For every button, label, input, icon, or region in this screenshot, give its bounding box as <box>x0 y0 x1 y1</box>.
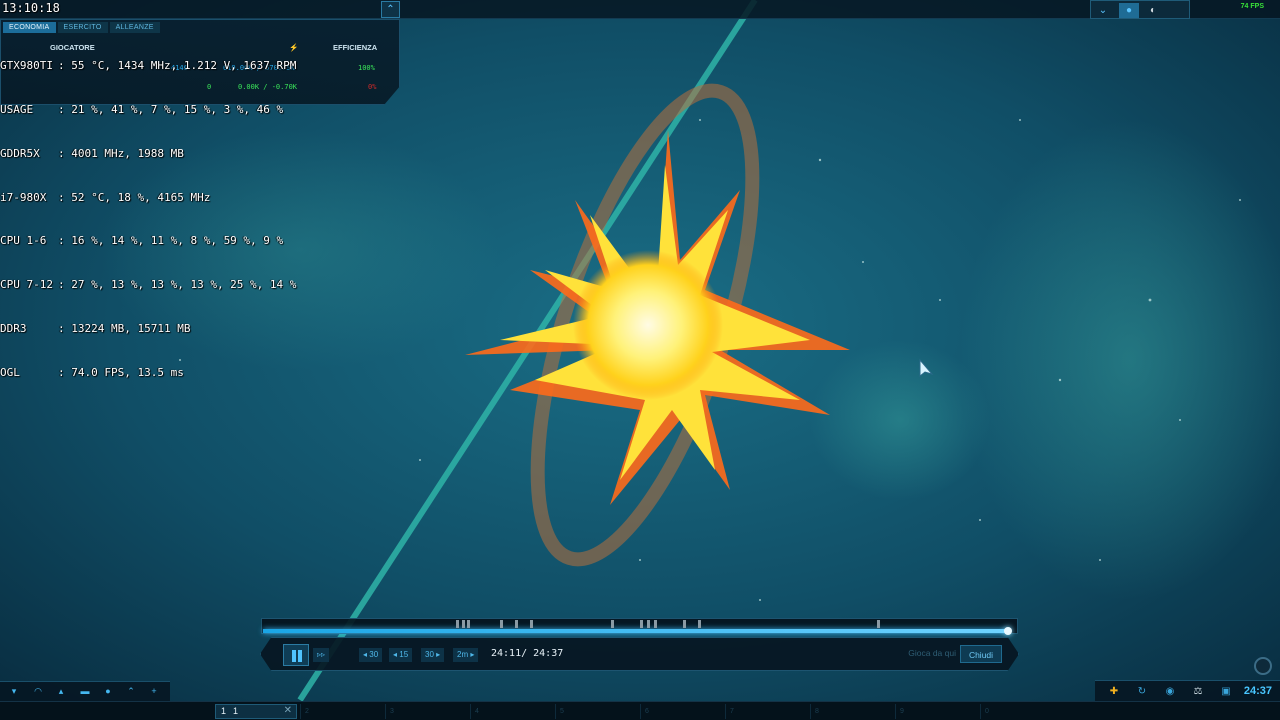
forward-2m-button[interactable]: 2m ▸ <box>453 648 479 662</box>
osd-key: CPU 7-12 <box>0 278 53 292</box>
filter-dome-icon[interactable]: ◠ <box>30 685 46 698</box>
history-icon[interactable]: ↻ <box>1133 684 1151 699</box>
top-bar: ⌃ ⌄ ● ◐ 74 FPS <box>0 0 1280 19</box>
osd-value: : 27 %, 13 %, 13 %, 13 %, 25 %, 14 % <box>58 278 297 292</box>
row2-efficiency: 0% <box>368 83 377 91</box>
osd-key: DDR3 <box>0 321 27 335</box>
timeline-event-marker[interactable] <box>499 620 503 628</box>
unit-filter-bar: ▾ ◠ ▴ ▬ ● ⌃ + <box>0 681 170 701</box>
group-number: 1 <box>221 706 227 716</box>
control-group-slot[interactable]: 4 <box>470 704 554 719</box>
osd-key: i7-980X <box>0 190 47 204</box>
osd-line: DDR3 : 13224 MB, 15711 MB <box>0 322 296 337</box>
filter-down-icon[interactable]: ▾ <box>6 685 22 698</box>
globe-icon[interactable] <box>1254 657 1272 675</box>
osd-value: : 21 %, 41 %, 7 %, 15 %, 3 %, 46 % <box>58 102 284 116</box>
row1-efficiency: 100% <box>358 64 375 72</box>
timeline-event-marker[interactable] <box>683 620 687 628</box>
control-group-slot[interactable]: 7 <box>725 704 809 719</box>
osd-line: GDDR5X : 4001 MHz, 1988 MB <box>0 147 296 162</box>
back-15-button[interactable]: ◂ 15 <box>389 648 413 662</box>
control-group-1[interactable]: 1 1 ✕ <box>215 704 297 719</box>
control-group-slot[interactable]: 5 <box>555 704 639 719</box>
osd-line: CPU 1-6 : 16 %, 14 %, 11 %, 8 %, 59 %, 9 … <box>0 234 296 249</box>
control-group-slot[interactable]: 8 <box>810 704 894 719</box>
filter-ship-icon[interactable]: ▬ <box>77 685 93 698</box>
chevron-down-icon[interactable]: ⌄ <box>1093 3 1113 18</box>
osd-line: OGL : 74.0 FPS, 13.5 ms <box>0 366 296 381</box>
osd-key: USAGE <box>0 102 34 116</box>
control-group-slot[interactable]: 3 <box>385 704 469 719</box>
timeline-event-marker[interactable] <box>462 620 466 628</box>
osd-value: : 74.0 FPS, 13.5 ms <box>58 365 184 379</box>
match-clock: 24:37 <box>1243 685 1272 697</box>
osd-line: GTX980TI : 55 °C, 1434 MHz, 1.212 V, 1637… <box>0 59 296 74</box>
planet-icon[interactable]: ◐ <box>1143 3 1163 18</box>
hardware-monitor-osd: GTX980TI : 55 °C, 1434 MHz, 1.212 V, 1637… <box>0 30 296 395</box>
osd-key: CPU 1-6 <box>0 234 47 248</box>
column-efficiency: EFFICIENZA <box>333 43 378 52</box>
control-group-slot[interactable]: 0 <box>980 704 1064 719</box>
filter-dot-icon[interactable]: ● <box>100 685 116 698</box>
control-group-bar: 1 1 ✕ 2 3 4 5 6 7 8 9 0 <box>0 701 1280 720</box>
osd-key: GDDR5X <box>0 146 40 160</box>
close-icon[interactable]: ✕ <box>284 705 292 716</box>
panel-icon[interactable]: ▣ <box>1217 684 1235 699</box>
replay-timeline[interactable] <box>261 618 1018 635</box>
timeline-event-marker[interactable] <box>530 620 534 628</box>
bottom-right-toolbar: ✚ ↻ ◉ ⚖ ▣ 24:37 <box>1095 680 1280 701</box>
filter-triangle-icon[interactable]: ▴ <box>53 685 69 698</box>
replay-progress <box>263 629 1009 633</box>
control-group-slot[interactable]: 9 <box>895 704 979 719</box>
eye-icon[interactable]: ◉ <box>1161 684 1179 699</box>
timeline-event-marker[interactable] <box>877 620 881 628</box>
timeline-event-marker[interactable] <box>640 620 644 628</box>
filter-plus-icon[interactable]: + <box>146 685 162 698</box>
play-from-here-button[interactable]: Gioca da qui <box>908 648 956 658</box>
camera-mode-icon[interactable]: ● <box>1119 3 1139 18</box>
filter-caret-icon[interactable]: ⌃ <box>123 685 139 698</box>
osd-value: : 13224 MB, 15711 MB <box>58 321 191 335</box>
osd-line: CPU 7-12 : 27 %, 13 %, 13 %, 13 %, 25 %, … <box>0 278 296 293</box>
forward-30-button[interactable]: 30 ▸ <box>421 648 445 662</box>
osd-key: GTX980TI <box>0 59 53 73</box>
timeline-scrubber[interactable] <box>1003 627 1012 635</box>
settings-slider-icon[interactable]: ⚖ <box>1189 684 1207 699</box>
osd-key: OGL <box>0 365 20 379</box>
pause-button[interactable] <box>283 644 309 666</box>
playback-controls: ▹▹ ◂ 30 ◂ 15 30 ▸ 2m ▸ 24:11/ 24:37 Gioc… <box>260 637 1019 671</box>
timeline-event-marker[interactable] <box>698 620 702 628</box>
fast-forward-button[interactable]: ▹▹ <box>313 648 330 662</box>
collapse-panel-button[interactable]: ⌃ <box>381 1 400 18</box>
timeline-event-marker[interactable] <box>467 620 471 628</box>
timeline-event-marker[interactable] <box>514 620 518 628</box>
back-30-button[interactable]: ◂ 30 <box>359 648 383 662</box>
osd-value: : 52 °C, 18 %, 4165 MHz <box>58 190 211 204</box>
fps-counter: 74 FPS <box>1240 3 1264 10</box>
timeline-event-marker[interactable] <box>647 620 651 628</box>
osd-line: USAGE : 21 %, 41 %, 7 %, 15 %, 3 %, 46 % <box>0 103 296 118</box>
osd-value: : 55 °C, 1434 MHz, 1.212 V, 1637 RPM <box>58 59 297 73</box>
osd-clock: 13:10:18 <box>2 1 60 15</box>
replay-controls: ▹▹ ◂ 30 ◂ 15 30 ▸ 2m ▸ 24:11/ 24:37 Gioc… <box>260 618 1019 671</box>
osd-value: : 4001 MHz, 1988 MB <box>58 146 184 160</box>
replay-timecode: 24:11/ 24:37 <box>491 648 564 659</box>
control-group-slot[interactable]: 6 <box>640 704 724 719</box>
control-group-slot[interactable]: 2 <box>300 704 384 719</box>
timeline-event-marker[interactable] <box>653 620 657 628</box>
osd-value: : 16 %, 14 %, 11 %, 8 %, 59 %, 9 % <box>58 234 284 248</box>
top-right-toolbar: ⌄ ● ◐ <box>1090 0 1190 19</box>
timeline-event-marker[interactable] <box>610 620 614 628</box>
osd-line: i7-980X : 52 °C, 18 %, 4165 MHz <box>0 191 296 206</box>
crosshair-icon[interactable]: ✚ <box>1105 684 1123 699</box>
close-replay-button[interactable]: Chiudi <box>960 645 1002 663</box>
timeline-event-marker[interactable] <box>456 620 460 628</box>
group-label: 1 <box>233 706 239 716</box>
